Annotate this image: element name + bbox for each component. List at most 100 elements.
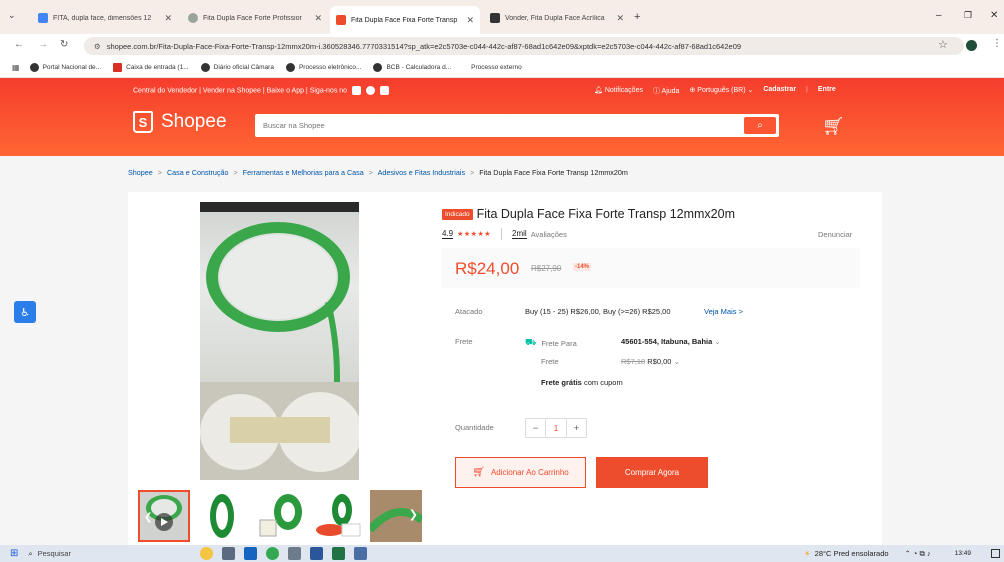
windows-start-icon[interactable]: ⊞ [10, 548, 18, 559]
new-tab-button[interactable]: + [634, 11, 640, 23]
profile-avatar-icon[interactable] [966, 40, 977, 51]
truck-icon: ⛟ [525, 337, 537, 347]
apps-grid-icon[interactable]: ▦ [12, 63, 20, 72]
language-selector[interactable]: ⊕ Português (BR) ⌄ [689, 86, 753, 96]
rating-value[interactable]: 4.9 [442, 229, 454, 239]
weather-widget[interactable]: ☀ 28°C Pred ensolarado [804, 549, 889, 558]
thumbnail-image[interactable] [254, 490, 306, 542]
instagram-icon[interactable] [352, 86, 362, 95]
cart-icon[interactable]: 🛒︎ [822, 116, 845, 137]
shopee-bag-icon: S [133, 111, 153, 133]
login-link[interactable]: Entre [818, 86, 836, 96]
browser-tab-active[interactable]: Fita Dupla Face Fixa Forte Transp ✕ [330, 6, 480, 34]
globe-icon [29, 63, 39, 72]
shopee-header: Central do Vendedor | Vender na Shopee |… [0, 78, 1004, 156]
notifications-icon[interactable] [991, 549, 1000, 558]
quantity-decrease-button[interactable]: − [526, 419, 545, 437]
browser-tab-2[interactable]: Fita Dupla Face Forte Profissior ✕ [182, 7, 328, 29]
widgets-icon[interactable] [200, 547, 214, 560]
close-window-icon[interactable]: ✕ [990, 10, 998, 21]
search-icon: ⌕ [28, 548, 33, 558]
globe-icon: ⊕ [689, 87, 696, 94]
bookmark-item[interactable]: Portal Nacional de... [29, 63, 101, 72]
bookmark-item[interactable]: Caixa de entrada (1... [113, 63, 189, 72]
maximize-icon[interactable]: ❐ [964, 10, 972, 21]
bookmark-item[interactable]: BCB - Calculadora d... [373, 63, 451, 72]
register-link[interactable]: Cadastrar [763, 86, 796, 96]
site-info-icon[interactable]: ⚙ [94, 42, 101, 51]
browser-tab-1[interactable]: FITA, dupla face, dimensões 12 ✕ [32, 7, 178, 29]
freight-label: Frete [541, 357, 559, 366]
rating-stars-icon: ★★★★★ [457, 231, 492, 238]
recommended-badge: Indicado [442, 208, 473, 220]
whatsapp-icon[interactable] [365, 86, 375, 95]
thumbnail-image[interactable] [196, 490, 248, 542]
close-tab-icon[interactable]: ✕ [466, 15, 474, 26]
reviews-count[interactable]: 2mil [512, 229, 527, 239]
seller-links[interactable]: Central do Vendedor | Vender na Shopee |… [133, 86, 389, 95]
chevron-down-icon: ⌄ [714, 337, 721, 346]
bookmark-star-icon[interactable]: ☆ [938, 38, 948, 51]
windows-taskbar: ⊞ ⌕ Pesquisar ☀ 28°C Pred ensolarado ⌃ ◔… [0, 545, 1004, 562]
thumbnail-image[interactable] [312, 490, 364, 542]
globe-icon [373, 63, 383, 72]
accessibility-icon[interactable]: ♿︎ [14, 301, 36, 323]
close-tab-icon[interactable]: ✕ [164, 13, 172, 24]
product-main-image[interactable] [200, 202, 359, 480]
shipping-location[interactable]: 45601-554, Itabuna, Bahia ⌄ [621, 337, 721, 346]
chevron-right-icon[interactable]: ❯ [409, 508, 418, 521]
tab-list-chevron-icon[interactable]: ⌄ [8, 10, 16, 21]
system-tray-icons[interactable]: ⌃ ◔ ⧉ ♪ [905, 549, 931, 559]
app-icon[interactable] [354, 547, 368, 560]
bookmark-item[interactable]: Processo eletrônico... [285, 63, 361, 72]
quantity-increase-button[interactable]: + [567, 419, 586, 437]
forward-icon[interactable]: → [38, 39, 48, 50]
bell-icon: 🔔︎ [594, 87, 603, 94]
minimize-icon[interactable]: – [936, 10, 942, 21]
chrome-icon[interactable] [266, 547, 280, 560]
bookmark-item[interactable]: Diário oficial Câmara [200, 63, 274, 72]
breadcrumb-link[interactable]: Casa e Construção [167, 168, 229, 177]
report-link[interactable]: Denunciar [818, 230, 852, 239]
thumbnail-image[interactable]: ❯ [370, 490, 422, 542]
breadcrumb: Shopee > Casa e Construção > Ferramentas… [128, 168, 628, 177]
browser-menu-icon[interactable]: ⋮ [992, 38, 1002, 49]
breadcrumb-current: Fita Dupla Face Fixa Forte Transp 12mmx2… [479, 168, 628, 177]
price-original: R$27,90 [531, 264, 562, 273]
shipping-to: ⛟ Frete Para [525, 337, 577, 348]
help-link[interactable]: ⓘ Ajuda [653, 86, 679, 96]
taskbar-search[interactable]: ⌕ Pesquisar [28, 549, 148, 559]
excel-icon[interactable] [332, 547, 346, 560]
search-button[interactable]: ⌕ [744, 117, 776, 134]
back-icon[interactable]: ← [14, 39, 24, 50]
clock[interactable]: 13:49 [955, 550, 971, 557]
shopee-logo[interactable]: S Shopee [133, 111, 227, 133]
add-to-cart-button[interactable]: 🛒︎ Adicionar Ao Carrinho [455, 457, 586, 488]
breadcrumb-link[interactable]: Adesivos e Fitas Industriais [378, 168, 466, 177]
breadcrumb-link[interactable]: Ferramentas e Melhorias para a Casa [243, 168, 364, 177]
freight-value[interactable]: R$7,18 R$0,00 ⌄ [621, 357, 680, 366]
bookmark-item[interactable]: Processo externo [471, 64, 522, 71]
chevron-left-icon[interactable]: ❮ [144, 512, 152, 523]
buy-now-button[interactable]: Comprar Agora [596, 457, 708, 488]
see-more-link[interactable]: Veja Mais > [704, 307, 743, 316]
notifications-link[interactable]: 🔔︎ Notificações [594, 86, 643, 96]
task-view-icon[interactable] [222, 547, 236, 560]
thumbnail-video[interactable]: ❮ [138, 490, 190, 542]
reload-icon[interactable]: ↻ [60, 39, 68, 50]
browser-tab-4[interactable]: Vonder, Fita Dupla Face Acrílica ✕ [484, 7, 630, 29]
close-tab-icon[interactable]: ✕ [314, 13, 322, 24]
quantity-input[interactable]: 1 [545, 419, 567, 437]
help-icon: ⓘ [652, 88, 660, 95]
app-icon[interactable] [288, 547, 302, 560]
facebook-icon[interactable] [379, 86, 389, 95]
search-input[interactable] [257, 116, 737, 135]
search-bar: ⌕ [255, 114, 779, 137]
explorer-icon[interactable] [244, 547, 258, 560]
close-tab-icon[interactable]: ✕ [616, 13, 624, 24]
url-field[interactable]: ⚙ shopee.com.br/Fita-Dupla-Face-Fixa-For… [84, 37, 964, 55]
wholesale-value: Buy (15 - 25) R$26,00, Buy (>=26) R$25,0… [525, 307, 671, 316]
thumbnail-strip: ❮ ❯ [138, 490, 422, 542]
breadcrumb-link[interactable]: Shopee [128, 168, 153, 177]
word-icon[interactable] [310, 547, 324, 560]
